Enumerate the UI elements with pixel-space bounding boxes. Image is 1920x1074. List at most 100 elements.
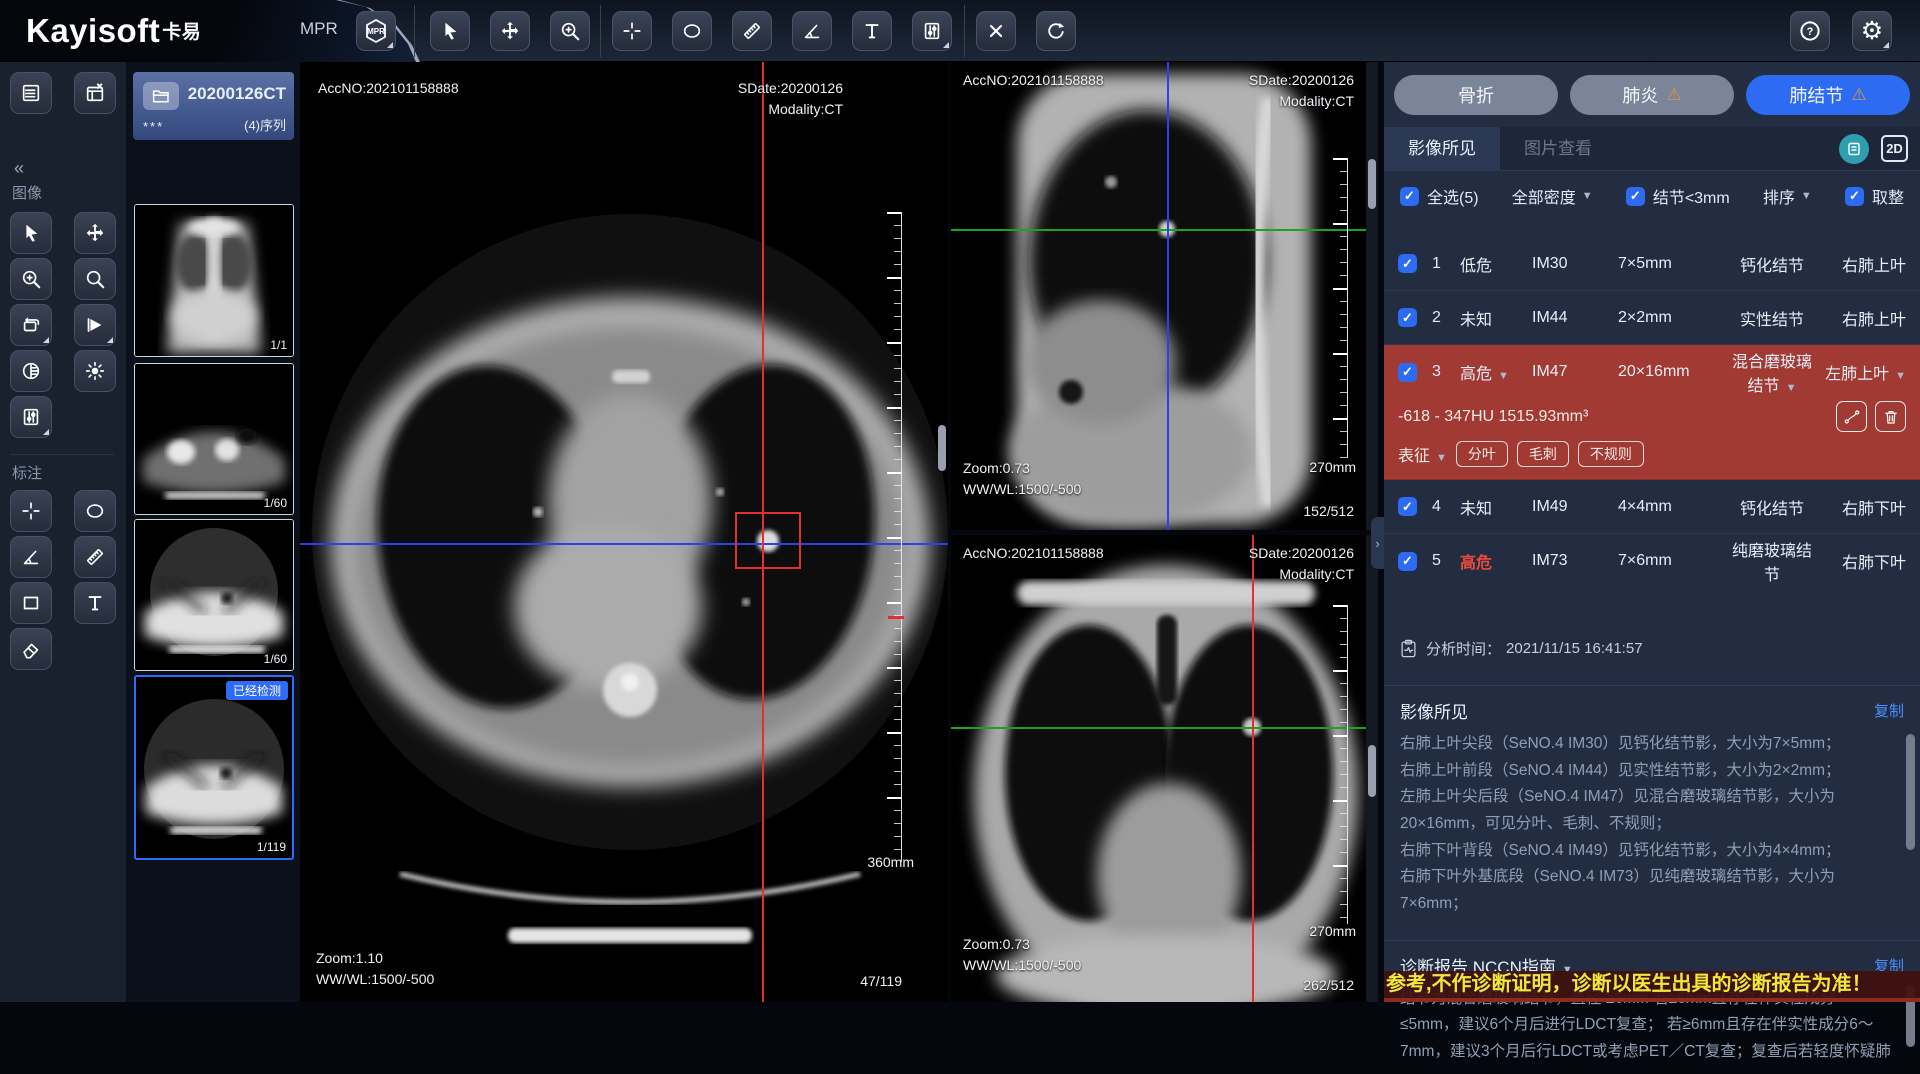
rail-ruler-button[interactable] xyxy=(74,536,116,578)
sagittal-scroll-track[interactable] xyxy=(1366,62,1378,530)
tab-pneumonia[interactable]: 肺炎⚠ xyxy=(1570,75,1734,115)
study-header[interactable]: 20200126CT *** (4)序列 xyxy=(133,72,294,140)
rail-text-button[interactable] xyxy=(74,582,116,624)
viewport-sagittal[interactable]: 270mm AccNO:202101158888 SDate:20200126M… xyxy=(951,62,1378,530)
select-all-checkbox-group[interactable]: 全选(5) xyxy=(1400,184,1479,208)
rail-pointer-button[interactable] xyxy=(10,212,52,254)
scale-label: 270mm xyxy=(1309,921,1356,942)
small-nodule-checkbox[interactable] xyxy=(1626,187,1645,206)
rail-ellipse-button[interactable] xyxy=(74,490,116,532)
rail-zoom-in-button[interactable] xyxy=(10,258,52,300)
row-checkbox[interactable] xyxy=(1398,552,1417,571)
row-checkbox[interactable] xyxy=(1398,497,1417,516)
hu-volume-value: -618 - 347HU 1515.93mm³ xyxy=(1398,408,1588,426)
settings-button[interactable]: ⚙ xyxy=(1852,11,1892,51)
help-button[interactable]: ? xyxy=(1790,11,1830,51)
risk-dropdown[interactable]: 高危 xyxy=(1460,360,1532,384)
thumbnail-series-4-selected[interactable]: 已经检测 1/119 xyxy=(134,675,294,860)
pointer-tool-button[interactable] xyxy=(430,11,470,51)
section-label-images: 图像 xyxy=(12,182,42,203)
close-layout-button[interactable] xyxy=(74,72,116,114)
accession-number: AccNO:202101158888 xyxy=(963,543,1104,564)
round-checkbox-group[interactable]: 取整 xyxy=(1845,184,1904,208)
thumbnail-series-2[interactable]: 1/60 xyxy=(134,363,294,515)
nodule-row-5[interactable]: 5 高危 IM73 7×6mm 纯磨玻璃结节 右肺下叶 xyxy=(1384,534,1920,588)
row-checkbox[interactable] xyxy=(1398,254,1417,273)
copy-findings-link[interactable]: 复制 xyxy=(1874,700,1904,721)
mpr-layout-button[interactable]: MPR xyxy=(356,11,396,51)
collapse-rail-button[interactable]: « xyxy=(14,158,24,179)
chevron-down-icon xyxy=(1582,190,1593,202)
rotate-icon xyxy=(20,314,42,336)
rail-crosshair-button[interactable] xyxy=(10,490,52,532)
thumbnail-series-3[interactable]: 1/60 xyxy=(134,519,294,671)
rail-cine-button[interactable] xyxy=(74,304,116,346)
text-tool-button[interactable] xyxy=(852,11,892,51)
ruler-tool-button[interactable] xyxy=(732,11,772,51)
location-dropdown[interactable]: 左肺上叶 xyxy=(1814,360,1906,384)
rail-invert-button[interactable] xyxy=(10,350,52,392)
sagittal-scrollbar-handle[interactable] xyxy=(1368,159,1376,209)
ct-thumb-image xyxy=(135,364,293,514)
tab-lung-nodule[interactable]: 肺结节⚠ xyxy=(1746,75,1910,115)
ellipse-icon xyxy=(84,500,106,522)
ai-report-button[interactable] xyxy=(1839,134,1869,164)
axial-scrollbar-handle[interactable] xyxy=(938,425,946,471)
reset-rotate-button[interactable] xyxy=(1036,11,1076,51)
small-nodule-checkbox-group[interactable]: 结节<3mm xyxy=(1626,184,1730,208)
followup-track-button[interactable] xyxy=(1836,401,1867,432)
viewport-axial[interactable]: 360mm AccNO:202101158888 SDate:20200126M… xyxy=(300,62,948,1002)
open-study-button[interactable] xyxy=(143,82,179,110)
trait-tag[interactable]: 分叶 xyxy=(1456,441,1508,467)
type-dropdown[interactable]: 混合磨玻璃结节 xyxy=(1730,348,1814,396)
rail-brightness-button[interactable] xyxy=(74,350,116,392)
analysis-time-label: 分析时间： xyxy=(1426,638,1501,659)
panel-collapse-handle[interactable]: › xyxy=(1371,517,1384,569)
rail-window-level-button[interactable] xyxy=(10,396,52,438)
rail-rectangle-button[interactable] xyxy=(10,582,52,624)
trait-tag[interactable]: 不规则 xyxy=(1578,441,1644,467)
delete-nodule-button[interactable] xyxy=(1875,401,1906,432)
nodule-list: 1 低危 IM30 7×5mm 钙化结节 右肺上叶 2 未知 IM44 2×2m… xyxy=(1384,237,1920,588)
angle-tool-button[interactable] xyxy=(792,11,832,51)
zoom-tool-button[interactable] xyxy=(550,11,590,51)
traits-dropdown[interactable]: 表征 xyxy=(1398,442,1447,466)
disclaimer-marquee: 参考,不作诊断证明，诊断以医生出具的诊断报告为准！ xyxy=(1384,971,1920,1002)
round-checkbox[interactable] xyxy=(1845,187,1864,206)
coronal-scrollbar-handle[interactable] xyxy=(1368,745,1376,797)
ct-thumb-image xyxy=(135,520,293,670)
zoom-in-icon xyxy=(559,20,581,42)
crosshair-tool-button[interactable] xyxy=(612,11,652,51)
nodule-roi-box[interactable] xyxy=(735,512,801,569)
series-list-button[interactable] xyxy=(10,72,52,114)
nodule-row-3-selected[interactable]: 3 高危 IM47 20×16mm 混合磨玻璃结节 左肺上叶 -618 - 34… xyxy=(1384,345,1920,480)
pan-tool-button[interactable] xyxy=(490,11,530,51)
delete-annotation-button[interactable] xyxy=(976,11,1016,51)
ellipse-tool-button[interactable] xyxy=(672,11,712,51)
viewport-coronal[interactable]: 270mm AccNO:202101158888 SDate:20200126M… xyxy=(951,535,1378,1002)
nodule-row-2[interactable]: 2 未知 IM44 2×2mm 实性结节 右肺上叶 xyxy=(1384,291,1920,345)
rail-rotate-button[interactable] xyxy=(10,304,52,346)
study-title: 20200126CT xyxy=(188,84,286,104)
tab-findings[interactable]: 影像所见 xyxy=(1384,127,1500,171)
nodule-row-4[interactable]: 4 未知 IM49 4×4mm 钙化结节 右肺下叶 xyxy=(1384,480,1920,534)
density-dropdown[interactable]: 全部密度 xyxy=(1512,184,1593,208)
nodule-row-1[interactable]: 1 低危 IM30 7×5mm 钙化结节 右肺上叶 xyxy=(1384,237,1920,291)
ct-thumb-image xyxy=(136,677,292,858)
select-all-checkbox[interactable] xyxy=(1400,187,1419,206)
row-checkbox[interactable] xyxy=(1398,363,1417,382)
row-checkbox[interactable] xyxy=(1398,308,1417,327)
rail-angle-button[interactable] xyxy=(10,536,52,578)
trait-tag[interactable]: 毛刺 xyxy=(1517,441,1569,467)
rail-pan-button[interactable] xyxy=(74,212,116,254)
2d-mode-button[interactable]: 2D xyxy=(1881,135,1908,162)
thumbnail-index: 1/60 xyxy=(264,652,287,666)
tab-fracture[interactable]: 骨折 xyxy=(1394,75,1558,115)
window-level-tool-button[interactable] xyxy=(912,11,952,51)
thumbnail-scout[interactable]: 1/1 xyxy=(134,204,294,357)
tab-image-view[interactable]: 图片查看 xyxy=(1500,127,1616,171)
rail-magnify-button[interactable] xyxy=(74,258,116,300)
rail-eraser-button[interactable] xyxy=(10,628,52,670)
findings-scrollbar-handle[interactable] xyxy=(1906,734,1915,850)
sort-dropdown[interactable]: 排序 xyxy=(1763,184,1812,208)
